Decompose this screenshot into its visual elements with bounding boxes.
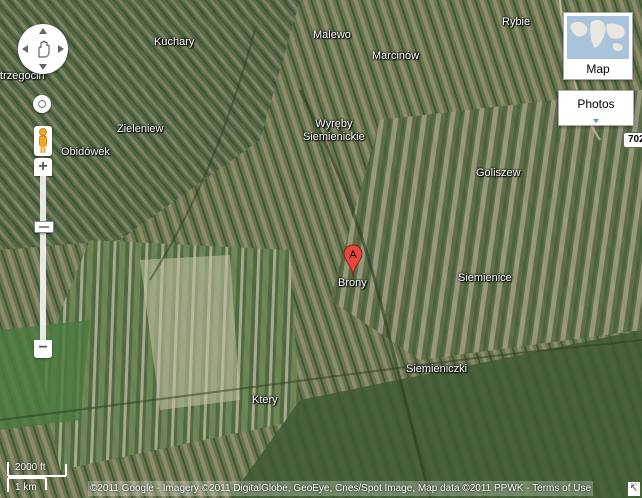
zoom-slider-thumb[interactable] (34, 220, 54, 233)
photos-button[interactable]: Photos (558, 90, 634, 126)
place-label-marcinow: Marcinów (372, 50, 420, 62)
circle-icon (38, 100, 46, 108)
map-thumbnail-icon (567, 16, 629, 59)
terms-of-use-link[interactable]: Terms of Use (532, 483, 591, 494)
scale-bar: 2000 ft 1 km (6, 460, 86, 494)
map-pin-icon: A (343, 244, 363, 278)
zoom-out-button[interactable]: − (34, 340, 52, 358)
scale-metric: 1 km (15, 482, 37, 493)
satellite-imagery (0, 0, 642, 498)
pan-up-icon[interactable] (39, 28, 47, 34)
zoom-reset-button[interactable] (33, 95, 51, 113)
place-label-rybie: Rybie (502, 16, 531, 28)
place-label-wyreby-siemienickie: Wyręby Siemienickie (303, 118, 365, 143)
copyright-text: ©2011 Google - Imagery ©2011 DigitalGlob… (90, 483, 533, 494)
scale-imperial: 2000 ft (15, 462, 46, 473)
place-label-obidowek: Obidówek (61, 146, 110, 158)
place-label-goliszew: Goliszew (476, 167, 521, 179)
zoom-in-button[interactable]: + (34, 158, 52, 176)
marker-label: A (349, 249, 357, 261)
place-label-siemienice: Siemienice (458, 272, 512, 284)
place-label-malewo: Malewo (313, 29, 351, 41)
copyright-notice: ©2011 Google - Imagery ©2011 DigitalGlob… (88, 481, 594, 496)
photos-label: Photos (577, 97, 615, 111)
place-label-kuchary: Kuchary (154, 36, 195, 48)
zoom-slider-track[interactable] (40, 176, 46, 340)
satellite-map[interactable]: Rybie Kuchary Malewo Marcinów trzegocin … (0, 0, 642, 498)
hand-icon[interactable] (33, 39, 53, 59)
road-number-shield: 702 (623, 132, 642, 148)
pan-control[interactable] (18, 24, 68, 74)
place-label-zieleniew: Zieleniew (117, 123, 164, 135)
place-label-ktery: Ktery (252, 394, 278, 406)
chevron-down-icon (593, 119, 599, 123)
pan-left-icon[interactable] (22, 45, 28, 53)
place-label-siemieniczki: Siemieniczki (406, 363, 468, 375)
pegman-icon (39, 128, 47, 153)
pan-down-icon[interactable] (39, 64, 47, 70)
map-type-button[interactable]: Map (563, 12, 633, 80)
street-view-pegman[interactable] (34, 126, 52, 156)
pan-right-icon[interactable] (58, 45, 64, 53)
map-type-label: Map (586, 62, 610, 76)
resize-corner-icon[interactable]: ↸ (628, 482, 640, 496)
place-label-brony: Brony (338, 277, 367, 289)
location-marker-a[interactable]: A (343, 244, 363, 278)
